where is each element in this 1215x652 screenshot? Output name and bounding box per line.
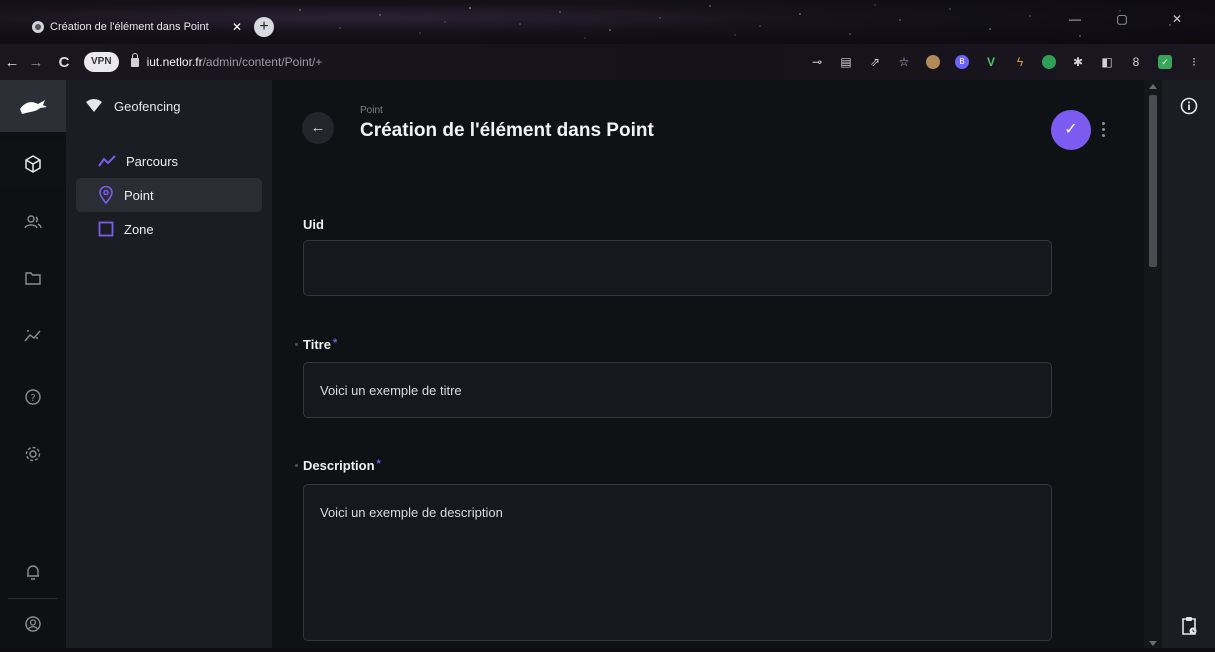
nav-item-zone[interactable]: Zone [76,212,262,246]
square-icon [98,221,114,237]
module-divider [8,598,58,599]
reload-icon[interactable]: C [54,54,74,71]
save-button[interactable]: ✓ [1051,110,1091,150]
window-close-icon[interactable]: ✕ [1160,8,1194,30]
content-scrollbar[interactable] [1144,80,1162,648]
more-options-icon[interactable] [1098,116,1108,142]
revisions-clipboard-icon[interactable] [1162,600,1215,652]
project-header[interactable]: Geofencing [66,80,272,132]
uid-field[interactable] [303,240,1052,296]
uid-label-text: Uid [303,217,324,232]
scroll-up-arrow-icon[interactable] [1149,84,1157,89]
back-button[interactable]: ← [302,112,334,144]
brand-logo[interactable] [0,80,66,132]
rabbit-logo-icon [20,100,47,114]
module-bar: ? [0,80,66,648]
scroll-down-arrow-icon[interactable] [1149,641,1157,646]
tab-favicon-icon [32,21,44,33]
wifi-icon [86,99,102,112]
info-icon[interactable] [1162,80,1215,132]
titre-field[interactable]: Voici un exemple de titre [303,362,1052,418]
forward-icon[interactable]: → [26,54,46,71]
uid-label: Uid [303,217,324,232]
scroll-thumb[interactable] [1149,95,1157,267]
back-icon[interactable]: ← [2,54,22,71]
collections-navigation: Geofencing Parcours Point Zone [66,80,272,648]
address-bar[interactable]: iut.netlor.fr/admin/content/Point/+ [147,55,323,69]
field-indicator-dot [295,464,298,467]
description-label: Description * [295,458,381,473]
tab-title: Création de l'élément dans Point [50,21,209,33]
folder-icon[interactable] [0,256,66,300]
nav-item-label: Parcours [126,153,179,169]
url-host: iut.netlor.fr [146,55,203,69]
svg-text:?: ? [30,393,35,404]
puzzle-icon[interactable]: ✱ [1071,55,1085,69]
nav-item-label: Point [124,187,154,203]
nav-item-parcours[interactable]: Parcours [76,144,262,178]
menu-icon[interactable]: ⁝ [1187,55,1201,69]
titre-label: Titre * [295,337,338,352]
translate-icon[interactable]: ▤ [839,55,853,69]
users-icon[interactable] [0,200,66,244]
profile-icon[interactable]: 8 [1129,55,1143,69]
lock-icon[interactable] [130,52,139,67]
page-title: Création de l'élément dans Point [360,120,654,141]
settings-icon[interactable] [0,432,66,476]
description-field[interactable]: Voici un exemple de description [303,484,1052,641]
new-tab-button[interactable]: + [254,17,274,37]
v-extension-icon[interactable]: V [984,55,998,69]
field-indicator-dot [295,343,298,346]
shield-extension-icon[interactable] [1042,55,1056,69]
avatar-extension-icon[interactable] [926,55,940,69]
b-extension-icon[interactable]: B [955,55,969,69]
url-path: /admin/content/Point/+ [202,55,323,69]
project-name: Geofencing [114,98,181,114]
breadcrumb[interactable]: Point [360,105,383,116]
star-icon[interactable]: ☆ [897,55,911,69]
check-extension-icon[interactable]: ✓ [1158,55,1172,69]
app-shell: ? Geofencing Parcours Point Zone ← Point… [0,80,1215,648]
key-icon[interactable]: ⊸ [810,55,824,69]
browser-tab[interactable]: Création de l'élément dans Point ✕ [26,16,248,38]
required-marker: * [332,337,338,349]
extensions-area: ⊸ ▤ ⇗ ☆ B V ϟ ✱ ◧ 8 ✓ ⁝ [810,55,1215,69]
sidepanel-icon[interactable]: ◧ [1100,55,1114,69]
share-icon[interactable]: ⇗ [868,55,882,69]
lightning-extension-icon[interactable]: ϟ [1013,55,1027,69]
description-label-text: Description [303,458,375,473]
tab-close-icon[interactable]: ✕ [232,20,242,34]
info-sidebar [1162,80,1215,648]
help-icon[interactable]: ? [0,375,66,419]
page-header: ← Point Création de l'élément dans Point… [302,96,1122,156]
titre-label-text: Titre [303,337,331,352]
map-pin-icon [99,186,113,204]
content-box-icon[interactable] [0,142,66,186]
route-icon [98,155,116,167]
vpn-badge[interactable]: VPN [84,52,119,72]
minimize-icon[interactable]: — [1058,8,1092,30]
account-icon[interactable] [0,602,66,646]
notifications-icon[interactable] [0,550,66,594]
main-content: ← Point Création de l'élément dans Point… [272,80,1144,648]
required-marker: * [376,458,381,470]
browser-tab-strip: Création de l'élément dans Point ✕ + — ▢… [0,0,1215,44]
nav-item-point[interactable]: Point [76,178,262,212]
maximize-icon[interactable]: ▢ [1105,8,1139,30]
insights-icon[interactable] [0,314,66,358]
browser-toolbar: ← → C VPN iut.netlor.fr/admin/content/Po… [0,44,1215,80]
nav-item-label: Zone [124,221,154,237]
